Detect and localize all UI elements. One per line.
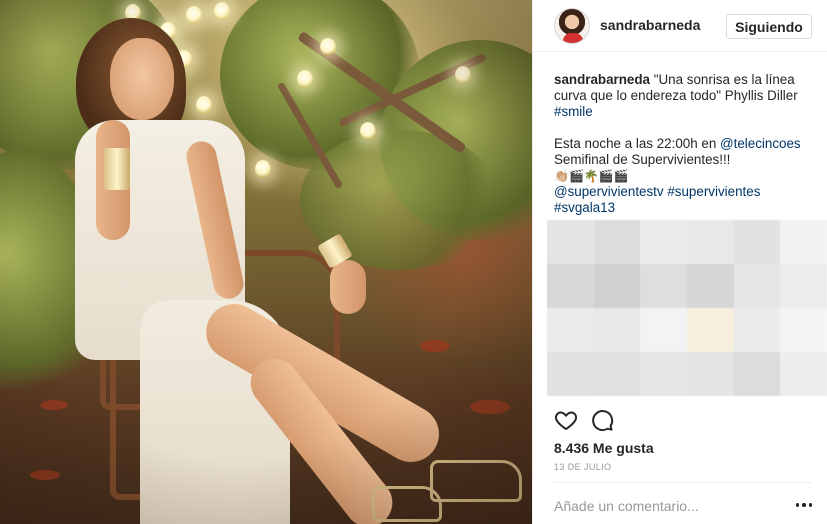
blurred-block <box>687 220 734 264</box>
blurred-block <box>640 220 687 264</box>
blurred-block <box>687 352 734 396</box>
more-options-icon[interactable] <box>796 503 812 509</box>
following-button[interactable]: Siguiendo <box>726 14 812 39</box>
blurred-block <box>687 308 734 352</box>
blurred-block <box>547 220 594 264</box>
blurred-block <box>547 264 594 308</box>
hashtag-link[interactable]: #supervivientes <box>667 184 760 199</box>
dot <box>808 503 812 507</box>
caption-tags-line: @supervivientestv #supervivientes <box>554 184 816 200</box>
heart-icon[interactable] <box>554 408 578 432</box>
blurred-block <box>733 264 781 308</box>
blurred-block <box>593 352 641 396</box>
hashtag-link[interactable]: #smile <box>554 104 593 119</box>
post-actions <box>554 408 654 432</box>
blurred-block <box>733 220 781 264</box>
comment-bar <box>554 482 812 524</box>
blurred-block <box>640 308 687 352</box>
blurred-block <box>780 352 827 396</box>
blurred-block <box>547 352 594 396</box>
caption-schedule-line: Esta noche a las 22:00h en @telecincoes <box>554 136 816 152</box>
caption-semifinal-line: Semifinal de Supervivientes!!! <box>554 152 731 167</box>
blurred-block <box>687 264 734 308</box>
blurred-block <box>733 308 781 352</box>
dot <box>802 503 806 507</box>
photo-vignette <box>0 0 532 524</box>
post-date[interactable]: 13 DE JULIO <box>554 462 611 472</box>
dot <box>796 503 800 507</box>
blurred-block <box>780 220 827 264</box>
mention-link[interactable]: @telecincoes <box>720 136 801 151</box>
caption-quote-line: sandrabarneda "Una sonrisa es la línea c… <box>554 72 816 120</box>
post-author-username[interactable]: sandrabarneda <box>600 17 700 33</box>
comment-icon[interactable] <box>590 408 614 432</box>
post-side-panel: sandrabarneda Siguiendo sandrabarneda "U… <box>532 0 827 524</box>
blurred-block <box>593 220 641 264</box>
blurred-comments-area <box>547 220 827 396</box>
likes-count[interactable]: 8.436 Me gusta <box>554 440 654 456</box>
blurred-block <box>640 264 687 308</box>
comment-input[interactable] <box>554 492 774 520</box>
blurred-block <box>593 308 641 352</box>
caption-schedule-text: Esta noche a las 22:00h en <box>554 136 721 151</box>
caption-emoji-line: 👏🏼🎬🌴🎬🎬 <box>554 169 629 183</box>
blurred-block <box>640 352 687 396</box>
mention-link[interactable]: @supervivientestv <box>554 184 664 199</box>
hashtag-link[interactable]: #svgala13 <box>554 200 615 215</box>
post-caption: sandrabarneda "Una sonrisa es la línea c… <box>554 72 816 216</box>
post-photo[interactable] <box>0 0 532 524</box>
post-header: sandrabarneda Siguiendo <box>533 0 827 52</box>
blurred-block <box>547 308 594 352</box>
blurred-block <box>780 308 827 352</box>
caption-username[interactable]: sandrabarneda <box>554 72 650 87</box>
blurred-block <box>733 352 781 396</box>
blurred-block <box>593 264 641 308</box>
blurred-block <box>780 264 827 308</box>
caption-tags-line: #svgala13 <box>554 200 816 216</box>
avatar[interactable] <box>554 8 590 44</box>
